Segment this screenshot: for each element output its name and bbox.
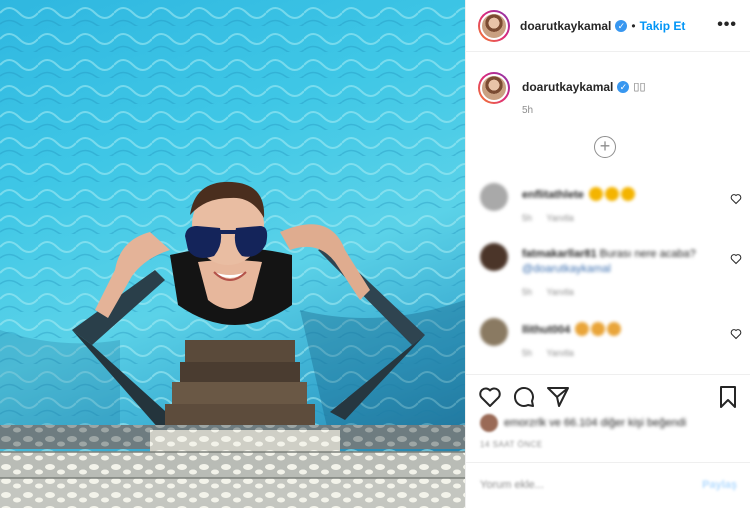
post-side-panel: doarutkaykamal ✓ • Takip Et ••• doarutka…: [465, 0, 750, 508]
author-avatar[interactable]: [478, 9, 510, 42]
verified-icon: ✓: [615, 19, 628, 32]
emoji-icon: [607, 322, 622, 336]
post-date: 14 SAAT ÖNCE: [480, 440, 543, 449]
commenter-avatar[interactable]: [480, 243, 508, 271]
commenter-avatar[interactable]: [480, 318, 508, 346]
reply-button[interactable]: Yanıtla: [546, 213, 573, 223]
caption-username[interactable]: doarutkaykamal: [522, 80, 613, 104]
commenter-username[interactable]: enflitathlete: [522, 189, 584, 201]
post-caption: doarutkaykamal ✓ ▯▯: [478, 72, 646, 104]
caption-text: ▯▯: [633, 81, 646, 93]
likes-summary[interactable]: emorzrlk ve 66.104 diğer kişi beğendi: [480, 414, 686, 432]
post-photo-illustration: [0, 0, 465, 508]
separator-dot: •: [631, 18, 636, 33]
likes-text[interactable]: emorzrlk ve 66.104 diğer kişi beğendi: [504, 417, 686, 429]
post-header: doarutkaykamal ✓ • Takip Et •••: [466, 0, 750, 52]
comment-meta: 5h Yanıtla: [522, 213, 712, 223]
reply-button[interactable]: Yanıtla: [546, 348, 573, 358]
comment-meta: 5h Yanıtla: [522, 287, 712, 297]
commenter-avatar[interactable]: [480, 183, 508, 211]
heart-icon[interactable]: [730, 253, 742, 265]
comment-input[interactable]: Yorum ekle...: [480, 479, 544, 491]
comment-text: llithut004: [522, 322, 712, 338]
caption-avatar[interactable]: [478, 72, 510, 104]
emoji-icon: [604, 187, 619, 201]
plus-circle-icon[interactable]: +: [594, 136, 616, 158]
bookmark-icon[interactable]: [716, 385, 740, 409]
post-actions: [466, 374, 750, 418]
comment-meta: 5h Yanıtla: [522, 348, 712, 358]
comment-time: 5h: [522, 287, 533, 297]
heart-icon[interactable]: [730, 193, 742, 205]
emoji-icon: [620, 187, 635, 201]
follow-button[interactable]: Takip Et: [640, 19, 686, 33]
emoji-icon: [575, 322, 590, 336]
share-icon[interactable]: [546, 385, 570, 409]
comment-text: enflitathlete: [522, 187, 712, 203]
caption-time: 5h: [522, 105, 534, 116]
mention-link[interactable]: @doarutkaykamal: [522, 263, 611, 275]
commenter-username[interactable]: fatmakarllar81: [522, 248, 597, 260]
author-username[interactable]: doarutkaykamal: [520, 19, 611, 33]
comment-body: Burası nere acaba?: [599, 248, 696, 260]
heart-icon[interactable]: [730, 328, 742, 340]
more-icon[interactable]: •••: [717, 16, 737, 34]
comment-time: 5h: [522, 348, 533, 358]
add-comment-bar: Yorum ekle... Paylaş: [466, 462, 750, 508]
post-photo[interactable]: [0, 0, 465, 508]
heart-icon[interactable]: [478, 385, 502, 409]
comment-icon[interactable]: [512, 385, 536, 409]
verified-icon: ✓: [617, 81, 630, 93]
liker-avatar: [480, 414, 498, 432]
commenter-username[interactable]: llithut004: [522, 324, 570, 336]
post-comment-button[interactable]: Paylaş: [702, 479, 737, 491]
emoji-icon: [588, 187, 603, 201]
comment-time: 5h: [522, 213, 533, 223]
emoji-icon: [591, 322, 606, 336]
reply-button[interactable]: Yanıtla: [546, 287, 573, 297]
comment-text: fatmakarllar81 Burası nere acaba? @doaru…: [522, 247, 712, 277]
